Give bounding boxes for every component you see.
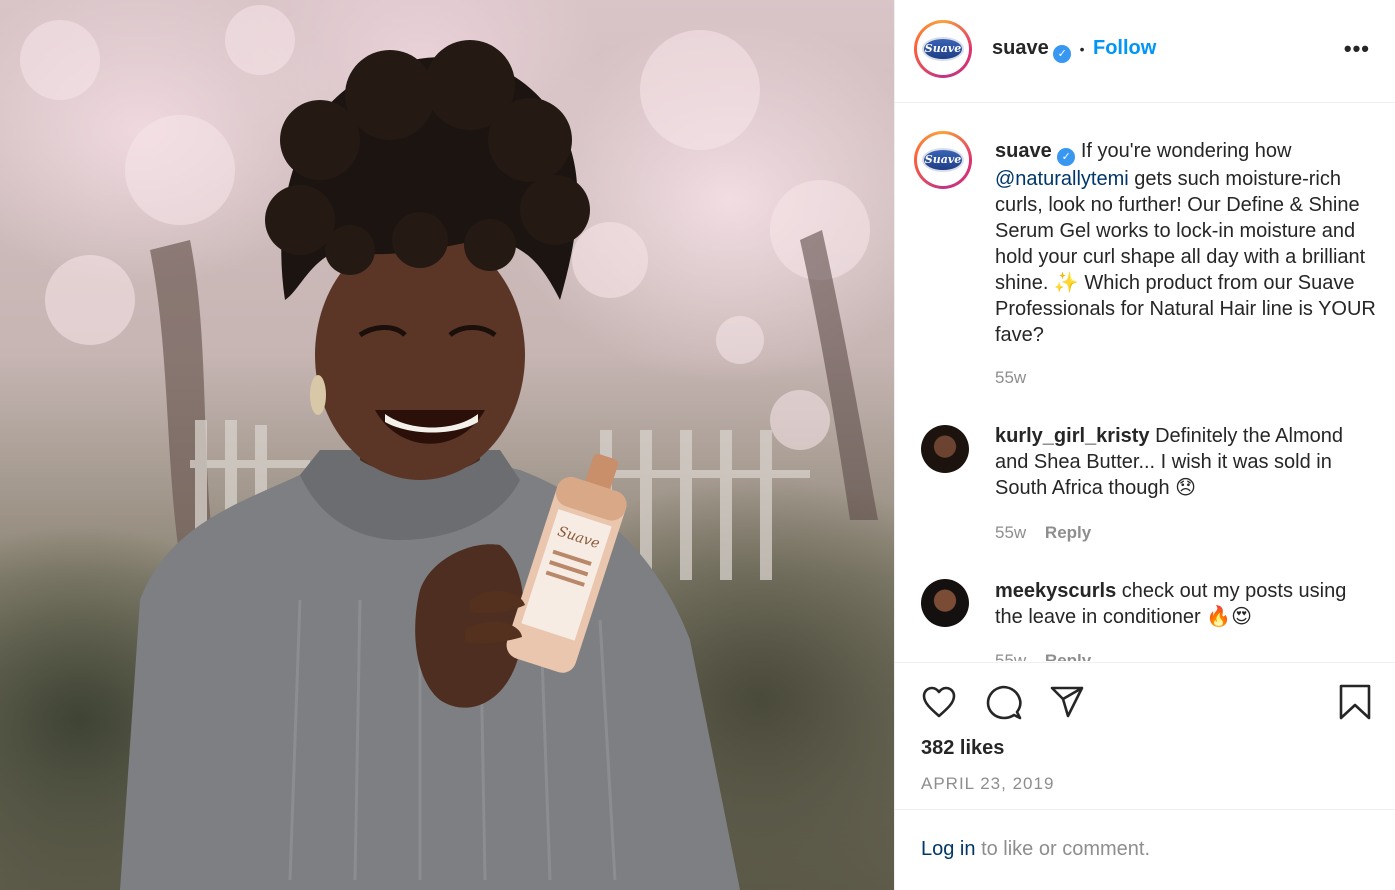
caption-text-start: If you're wondering how	[1080, 140, 1292, 162]
profile-avatar[interactable]: Suave	[914, 20, 972, 78]
suave-logo-icon: Suave	[922, 37, 964, 61]
caption-avatar[interactable]: Suave	[914, 131, 972, 189]
comment-item: meekyscurls check out my posts using the…	[995, 578, 1370, 630]
verified-badge-icon: ✓	[1057, 148, 1076, 166]
login-link[interactable]: Log in	[921, 838, 976, 860]
comment-time[interactable]: 55w	[995, 651, 1026, 661]
post-side-panel: Suave suave ✓ • Follow ••• Suave suave ✓…	[894, 0, 1395, 890]
comment-time[interactable]: 55w	[995, 523, 1026, 542]
comment-meta: 55w Reply	[995, 523, 1091, 543]
post-caption: suave ✓ If you're wondering how @natural…	[995, 138, 1380, 348]
bookmark-icon[interactable]	[1338, 683, 1372, 726]
caption-mention-link[interactable]: @naturallytemi	[995, 168, 1129, 190]
paper-plane-icon[interactable]	[1049, 685, 1085, 724]
login-prompt-text: to like or comment.	[981, 838, 1151, 860]
like-count[interactable]: 382 likes	[921, 737, 1004, 760]
reply-button[interactable]: Reply	[1045, 651, 1091, 661]
post-date[interactable]: APRIL 23, 2019	[921, 774, 1054, 794]
comment-username[interactable]: kurly_girl_kristy	[995, 425, 1150, 447]
login-prompt: Log in to like or comment.	[921, 838, 1150, 861]
comment-meta: 55w Reply	[995, 651, 1091, 661]
comment-bubble-icon[interactable]	[985, 684, 1023, 727]
follow-button[interactable]: Follow	[1093, 37, 1156, 59]
caption-time[interactable]: 55w	[995, 368, 1026, 387]
comment-username[interactable]: meekyscurls	[995, 580, 1116, 602]
photo-illustration: Suave	[20, 5, 878, 890]
caption-avatar-inner: Suave	[917, 134, 969, 186]
post-photo[interactable]: Suave	[0, 0, 894, 890]
avatar-inner: Suave	[917, 23, 969, 75]
more-options-icon[interactable]: •••	[1344, 36, 1370, 62]
suave-logo-icon: Suave	[922, 148, 964, 172]
commenter-avatar[interactable]	[921, 579, 969, 627]
header-username[interactable]: suave	[992, 37, 1049, 59]
reply-button[interactable]: Reply	[1045, 523, 1091, 542]
post-actions: 382 likes APRIL 23, 2019	[895, 662, 1395, 810]
comment-item: kurly_girl_kristy Definitely the Almond …	[995, 423, 1370, 501]
post-header: Suave suave ✓ • Follow •••	[895, 0, 1395, 103]
caption-username[interactable]: suave	[995, 140, 1052, 162]
caption-meta: 55w	[995, 368, 1026, 388]
commenter-avatar[interactable]	[921, 425, 969, 473]
header-user-row: suave ✓ • Follow	[992, 37, 1156, 63]
header-separator: •	[1079, 41, 1085, 57]
heart-icon[interactable]	[921, 685, 957, 724]
caption-text-end: gets such moisture-rich curls, look no f…	[995, 168, 1376, 346]
verified-badge-icon: ✓	[1053, 45, 1072, 63]
comments-list[interactable]: Suave suave ✓ If you're wondering how @n…	[895, 103, 1395, 661]
